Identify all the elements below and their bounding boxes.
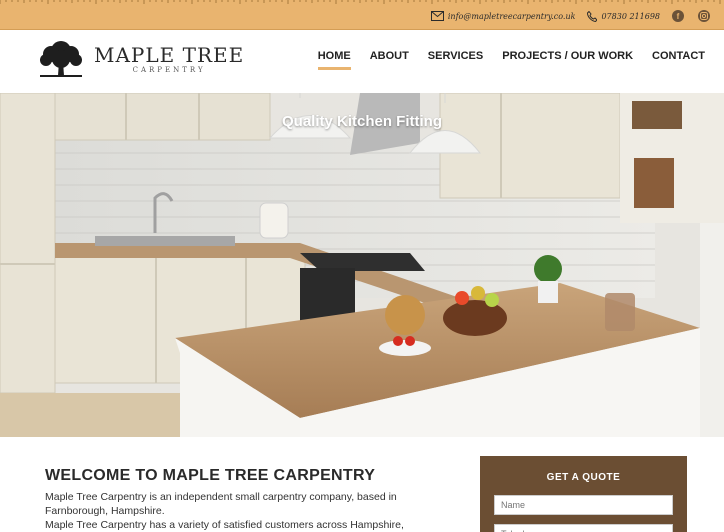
site-logo[interactable]: MAPLE TREE CARPENTRY bbox=[38, 39, 244, 79]
phone-icon bbox=[587, 10, 598, 22]
welcome-line-2: Farnborough, Hampshire. bbox=[45, 505, 165, 517]
tree-logo-icon bbox=[40, 41, 82, 77]
top-bar: info@mapletreecarpentry.co.uk 07830 2116… bbox=[0, 0, 724, 30]
logo-subtitle: CARPENTRY bbox=[132, 66, 206, 74]
logo-title: MAPLE TREE bbox=[94, 43, 245, 67]
hero-banner: Quality Kitchen Fitting bbox=[0, 93, 724, 437]
name-input[interactable] bbox=[494, 495, 673, 515]
facebook-icon[interactable]: f bbox=[672, 10, 684, 22]
nav-contact[interactable]: CONTACT bbox=[652, 50, 705, 70]
phone-text: 07830 211698 bbox=[601, 11, 660, 21]
welcome-line-3: Maple Tree Carpentry has a variety of sa… bbox=[45, 519, 404, 531]
nav-services[interactable]: SERVICES bbox=[428, 50, 483, 70]
site-header: MAPLE TREE CARPENTRY HOME ABOUT SERVICES… bbox=[0, 30, 724, 93]
phone-link[interactable]: 07830 211698 bbox=[587, 10, 660, 22]
email-text: info@mapletreecarpentry.co.uk bbox=[447, 11, 576, 21]
nav-home[interactable]: HOME bbox=[317, 50, 351, 70]
welcome-line-1: Maple Tree Carpentry is an independent s… bbox=[45, 491, 397, 503]
main-nav: HOME ABOUT SERVICES PROJECTS / OUR WORK … bbox=[317, 50, 724, 70]
instagram-icon[interactable] bbox=[698, 10, 710, 22]
envelope-icon bbox=[430, 11, 444, 21]
welcome-heading: WELCOME TO MAPLE TREE CARPENTRY bbox=[45, 467, 376, 484]
main-content: WELCOME TO MAPLE TREE CARPENTRY Maple Tr… bbox=[0, 437, 724, 532]
nav-about[interactable]: ABOUT bbox=[370, 50, 409, 70]
nav-projects[interactable]: PROJECTS / OUR WORK bbox=[502, 50, 633, 70]
telephone-input[interactable] bbox=[494, 524, 673, 532]
email-link[interactable]: info@mapletreecarpentry.co.uk bbox=[430, 11, 576, 21]
quote-title: GET A QUOTE bbox=[546, 472, 621, 483]
ruler-decoration bbox=[0, 0, 721, 4]
welcome-paragraph: Maple Tree Carpentry is an independent s… bbox=[45, 490, 445, 532]
quote-form: GET A QUOTE bbox=[480, 456, 687, 532]
kitchen-photo bbox=[0, 93, 724, 437]
hero-title: Quality Kitchen Fitting bbox=[282, 113, 442, 130]
